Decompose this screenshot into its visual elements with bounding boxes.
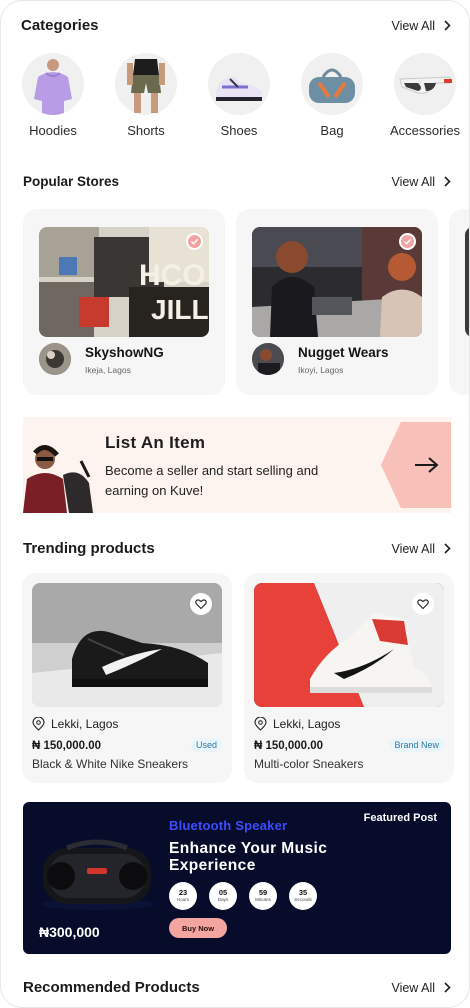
store-card[interactable]: HCO JILL SkyshowNG Ikeja, Lagos [23,209,225,395]
recommended-title: Recommended Products [23,979,200,996]
svg-text:HCO: HCO [139,259,206,292]
stores-title: Popular Stores [23,174,120,189]
category-label: Hoodies [29,123,77,138]
arrow-right-icon[interactable] [381,422,451,508]
location-pin-icon [254,717,267,731]
list-item-banner[interactable]: List An Item Become a seller and start s… [23,417,451,513]
favorite-heart-icon[interactable] [412,593,434,615]
store-location: Ikoyi, Lagos [298,365,344,375]
category-label: Accessories [389,123,461,138]
featured-post-banner[interactable]: ₦300,000 Featured Post Bluetooth Speaker… [23,802,451,954]
product-image [32,583,222,707]
timer-value: 23 [178,888,188,897]
store-location: Ikeja, Lagos [85,365,131,375]
timer-unit: Minutes [255,897,271,902]
store-name: SkyshowNG [85,345,164,360]
timer-seconds: 35 Seconds [289,882,317,910]
store-card[interactable]: Nugget Wears Ikoyi, Lagos [236,209,438,395]
store-card[interactable] [449,209,469,395]
category-list: Hoodies Shorts Shoes Bag Accessories [19,53,461,138]
categories-view-all-button[interactable]: View All [391,19,451,33]
timer-value: 35 [298,888,308,897]
countdown-timer: 23 Hours 05 Days 59 Minutes 35 Seconds [169,882,317,910]
category-accessories[interactable]: Accessories [389,53,461,138]
timer-unit: Hours [176,897,189,902]
product-price: ₦ 150,000.00 [254,740,324,752]
seller-image [23,445,93,513]
store-image: HCO JILL [39,227,209,337]
product-name: Black & White Nike Sneakers [32,757,189,771]
product-price: ₦ 150,000.00 [32,740,102,752]
store-image [465,227,469,337]
product-location: Lekki, Lagos [254,717,340,731]
chevron-right-icon [444,176,451,187]
speaker-image [41,839,153,910]
featured-title: Enhance Your Music Experience [169,840,328,874]
store-image [252,227,422,337]
category-label: Shoes [220,123,258,138]
list-item-text: Become a seller and start selling and ea… [105,463,319,498]
product-location-text: Lekki, Lagos [51,717,119,731]
trending-title: Trending products [23,540,155,557]
product-image [254,583,444,707]
category-shoes[interactable]: Shoes [205,53,273,138]
product-location: Lekki, Lagos [32,717,118,731]
recommended-header: Recommended Products View All [23,979,451,996]
verified-check-icon [186,233,203,250]
list-item-title: List An Item [105,433,206,452]
timer-minutes: 59 Minutes [249,882,277,910]
verified-check-icon [399,233,416,250]
category-label: Bag [320,123,344,138]
view-all-label: View All [391,174,435,189]
store-carousel[interactable]: HCO JILL SkyshowNG Ikeja, Lagos Nugget W… [23,209,469,395]
featured-tag: Featured Post [363,812,437,824]
store-avatar [39,343,71,375]
product-card[interactable]: Lekki, Lagos ₦ 150,000.00 Used Black & W… [22,573,232,783]
stores-view-all-button[interactable]: View All [391,175,451,189]
category-hoodies[interactable]: Hoodies [19,53,87,138]
bag-image [301,53,363,115]
app-screen: Categories View All Hoodies Shorts Shoes… [0,0,470,1008]
condition-badge: Used [190,738,222,752]
svg-text:JILL: JILL [151,294,209,325]
condition-badge: Brand New [389,738,444,752]
categories-title: Categories [21,17,99,34]
stores-header: Popular Stores View All [23,174,451,189]
featured-price: ₦300,000 [39,924,100,940]
timer-hours: 23 Hours [169,882,197,910]
category-bag[interactable]: Bag [298,53,366,138]
timer-value: 59 [258,888,268,897]
timer-unit: Seconds [294,897,312,902]
product-location-text: Lekki, Lagos [273,717,341,731]
shoe-image [208,53,270,115]
store-avatar [252,343,284,375]
store-name: Nugget Wears [298,345,389,360]
category-shorts[interactable]: Shorts [112,53,180,138]
buy-now-button[interactable]: Buy Now [169,918,227,938]
timer-unit: Days [217,897,229,902]
view-all-label: View All [391,18,435,33]
recommended-view-all-button[interactable]: View All [391,981,451,995]
chevron-right-icon [444,543,451,554]
shorts-image [115,53,177,115]
location-pin-icon [32,717,45,731]
trending-view-all-button[interactable]: View All [391,542,451,556]
chevron-right-icon [444,20,451,31]
product-name: Multi-color Sneakers [254,757,364,771]
trending-header: Trending products View All [23,540,451,557]
timer-days: 05 Days [209,882,237,910]
timer-value: 05 [218,888,228,897]
favorite-heart-icon[interactable] [190,593,212,615]
featured-category: Bluetooth Speaker [169,818,288,833]
chevron-right-icon [444,982,451,993]
categories-header: Categories View All [21,17,451,34]
view-all-label: View All [391,980,435,995]
sunglasses-image [394,53,456,115]
hoodie-image [22,53,84,115]
view-all-label: View All [391,541,435,556]
category-label: Shorts [127,123,165,138]
product-card[interactable]: Lekki, Lagos ₦ 150,000.00 Brand New Mult… [244,573,454,783]
